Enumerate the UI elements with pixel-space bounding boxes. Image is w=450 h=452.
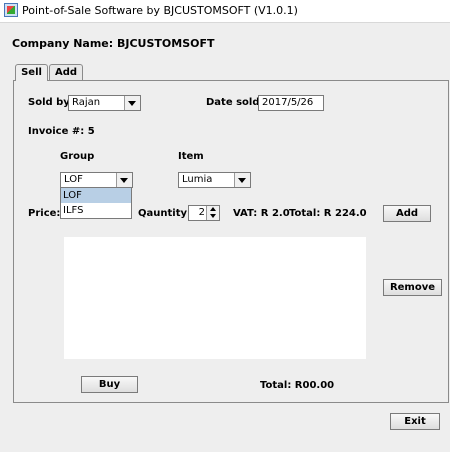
date-sold-field[interactable]: 2017/5/26 bbox=[258, 95, 324, 111]
group-label: Group bbox=[60, 151, 95, 162]
group-combo[interactable]: LOF bbox=[60, 172, 133, 188]
item-label: Item bbox=[178, 151, 204, 162]
item-combo[interactable]: Lumia bbox=[178, 172, 251, 188]
quantity-value: 2 bbox=[198, 207, 205, 218]
exit-button[interactable]: Exit bbox=[390, 413, 440, 430]
quantity-label: Qauntity: bbox=[138, 208, 191, 219]
chevron-down-icon[interactable] bbox=[234, 173, 250, 187]
chevron-down-icon[interactable] bbox=[124, 96, 140, 110]
buy-button[interactable]: Buy bbox=[81, 376, 138, 393]
vat-label: VAT: R 2.0 bbox=[233, 208, 290, 219]
date-sold-label: Date sold: bbox=[206, 97, 264, 108]
price-label: Price: R bbox=[28, 208, 64, 219]
grand-total-label: Total: R00.00 bbox=[260, 380, 335, 391]
tab-sell[interactable]: Sell bbox=[15, 64, 48, 81]
sold-by-value: Rajan bbox=[72, 97, 101, 108]
line-total-label: Total: R 224.0 bbox=[289, 208, 367, 219]
quantity-spinner[interactable]: 2 bbox=[188, 205, 220, 221]
invoice-number: Invoice #: 5 bbox=[28, 126, 95, 137]
group-option-ilfs[interactable]: ILFS bbox=[61, 203, 131, 218]
app-icon bbox=[4, 3, 18, 17]
company-name: Company Name: BJCUSTOMSOFT bbox=[12, 37, 215, 50]
sold-by-label: Sold by: bbox=[28, 97, 74, 108]
group-value: LOF bbox=[64, 174, 83, 185]
group-option-lof[interactable]: LOF bbox=[61, 188, 131, 203]
window-title: Point-of-Sale Software by BJCUSTOMSOFT (… bbox=[22, 4, 298, 17]
tab-add[interactable]: Add bbox=[49, 64, 83, 80]
item-value: Lumia bbox=[182, 174, 213, 185]
add-button[interactable]: Add bbox=[383, 205, 431, 222]
spinner-down-icon[interactable] bbox=[206, 213, 219, 220]
group-dropdown-list: LOF ILFS bbox=[60, 187, 132, 219]
items-list[interactable] bbox=[64, 237, 366, 359]
title-bar: Point-of-Sale Software by BJCUSTOMSOFT (… bbox=[0, 0, 450, 23]
chevron-down-icon[interactable] bbox=[116, 173, 132, 187]
remove-button[interactable]: Remove bbox=[383, 279, 442, 296]
sold-by-combo[interactable]: Rajan bbox=[68, 95, 141, 111]
